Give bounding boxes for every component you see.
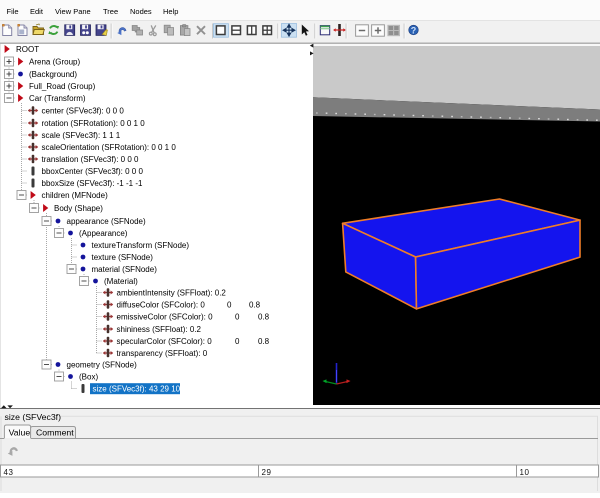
svg-text:diffuseColor (SFColor): 0: diffuseColor (SFColor): 0 <box>117 301 206 310</box>
svg-text:transparency (SFFloat): 0: transparency (SFFloat): 0 <box>117 349 208 358</box>
svg-text:29: 29 <box>262 467 272 476</box>
svg-text:shininess (SFFloat): 0.2: shininess (SFFloat): 0.2 <box>117 325 202 334</box>
svg-text:emissiveColor (SFColor): 0: emissiveColor (SFColor): 0 <box>117 313 214 322</box>
svg-text:0: 0 <box>235 337 240 346</box>
svg-text:10: 10 <box>520 467 530 476</box>
svg-text:size (SFVec3f): 43 29 10: size (SFVec3f): 43 29 10 <box>93 385 181 394</box>
svg-text:bboxCenter (SFVec3f): 0 0 0: bboxCenter (SFVec3f): 0 0 0 <box>42 167 144 176</box>
svg-text:size (SFVec3f): size (SFVec3f) <box>5 412 62 422</box>
svg-text:bboxSize (SFVec3f): -1 -1 -1: bboxSize (SFVec3f): -1 -1 -1 <box>42 179 143 188</box>
svg-text:scale (SFVec3f): 1 1 1: scale (SFVec3f): 1 1 1 <box>42 131 121 140</box>
svg-text:rotation (SFRotation): 0 0 1 0: rotation (SFRotation): 0 0 1 0 <box>42 119 146 128</box>
svg-text:Body (Shape): Body (Shape) <box>54 204 103 213</box>
svg-text:geometry (SFNode): geometry (SFNode) <box>67 361 138 370</box>
svg-text:center (SFVec3f): 0 0 0: center (SFVec3f): 0 0 0 <box>42 107 125 116</box>
svg-text:children (MFNode): children (MFNode) <box>42 191 109 200</box>
svg-text:Comment: Comment <box>36 427 74 437</box>
svg-text:(Material): (Material) <box>104 277 138 286</box>
svg-text:specularColor (SFColor): 0: specularColor (SFColor): 0 <box>117 337 213 346</box>
svg-text:appearance (SFNode): appearance (SFNode) <box>67 217 146 226</box>
svg-text:ROOT: ROOT <box>16 45 39 54</box>
svg-text:Full_Road (Group): Full_Road (Group) <box>29 82 96 91</box>
svg-text:material (SFNode): material (SFNode) <box>92 265 158 274</box>
svg-text:43: 43 <box>4 467 14 476</box>
svg-text:(Box): (Box) <box>79 373 98 382</box>
svg-text:Value: Value <box>9 427 31 437</box>
svg-text:translation (SFVec3f): 0 0 0: translation (SFVec3f): 0 0 0 <box>42 155 139 164</box>
svg-text:textureTransform (SFNode): textureTransform (SFNode) <box>92 241 190 250</box>
svg-text:0.8: 0.8 <box>249 301 261 310</box>
svg-text:(Appearance): (Appearance) <box>79 229 128 238</box>
svg-text:0.8: 0.8 <box>258 313 270 322</box>
svg-text:texture (SFNode): texture (SFNode) <box>92 253 154 262</box>
svg-text:0: 0 <box>227 301 232 310</box>
svg-text:Car (Transform): Car (Transform) <box>29 94 86 103</box>
svg-text:0: 0 <box>235 313 240 322</box>
svg-text:0.8: 0.8 <box>258 337 270 346</box>
svg-text:scaleOrientation (SFRotation):: scaleOrientation (SFRotation): 0 0 1 0 <box>42 143 177 152</box>
svg-text:Arena (Group): Arena (Group) <box>29 58 80 67</box>
svg-text:ambientIntensity (SFFloat): 0.: ambientIntensity (SFFloat): 0.2 <box>117 289 227 298</box>
svg-text:(Background): (Background) <box>29 70 77 79</box>
svg-text:?: ? <box>411 25 417 35</box>
